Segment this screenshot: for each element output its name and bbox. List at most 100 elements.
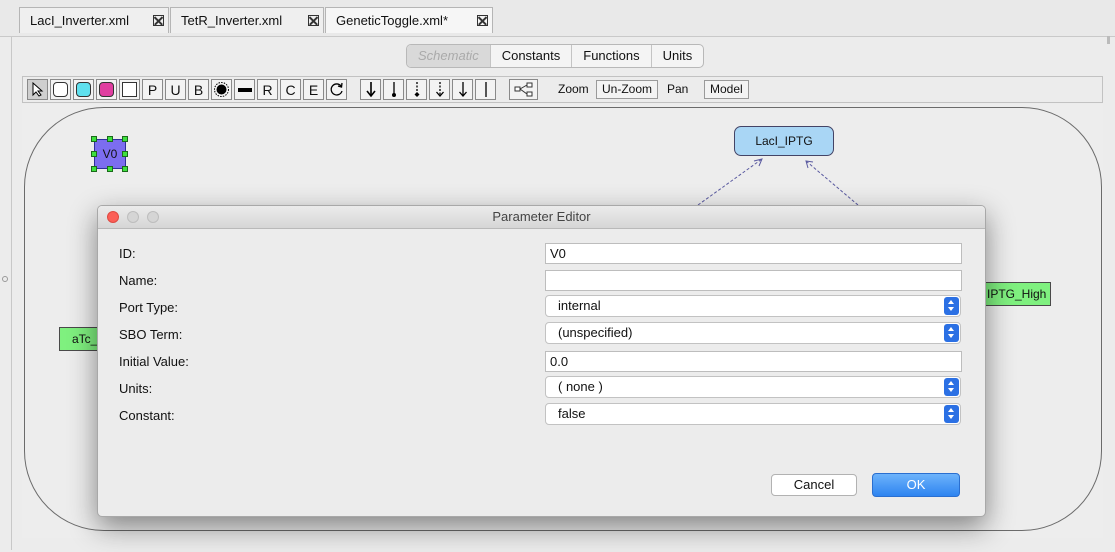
zoom-button[interactable]: Zoom [558,82,589,96]
repression-edge-button[interactable] [383,79,404,100]
model-button[interactable]: Model [704,80,749,99]
splitter-handle[interactable] [2,276,8,282]
promoter-tool-button[interactable]: P [142,79,163,100]
name-field[interactable] [545,270,962,291]
chevron-updown-icon [944,378,959,396]
starburst-icon [214,82,229,97]
port-type-value: internal [558,298,601,313]
constant-label: Constant: [119,408,175,423]
file-tab-laci[interactable]: LacI_Inverter.xml [19,7,169,33]
repression-arrow-icon [391,82,396,97]
dialog-titlebar: Parameter Editor [98,206,985,229]
tab-schematic[interactable]: Schematic [407,45,491,67]
event-tool-button[interactable]: E [303,79,324,100]
dashed-diamond-edge-button[interactable] [406,79,427,100]
species-v0-label: V0 [102,147,118,161]
id-field[interactable]: V0 [545,243,962,264]
initial-value-field[interactable]: 0.0 [545,351,962,372]
event-label: E [308,81,319,98]
close-icon[interactable] [308,15,319,26]
complex-edge-left [697,158,763,206]
complex-label: LacI_IPTG [755,134,813,148]
line-icon [484,82,487,97]
rule-tool-button[interactable] [326,79,347,100]
dash-tool-button[interactable] [234,79,255,100]
graph-layout-icon [514,82,532,97]
cancel-button[interactable]: Cancel [771,474,857,496]
loop-arrow-icon [330,82,343,96]
species-icon [53,82,68,97]
close-icon[interactable] [477,15,488,26]
constraint-label: C [285,81,296,98]
ok-button[interactable]: OK [872,473,960,497]
dashed-arrow-icon [435,82,444,97]
close-window-button[interactable] [107,211,119,223]
port-type-label: Port Type: [119,300,179,315]
activation-arrow-icon [365,82,376,98]
input-species-icon [99,82,114,97]
units-value: ( none ) [558,379,603,394]
scroll-indicator [1107,36,1110,44]
selection-handle[interactable] [91,151,97,157]
selection-handle[interactable] [91,166,97,172]
unzoom-button[interactable]: Un-Zoom [596,80,659,99]
degradation-tool-button[interactable] [211,79,232,100]
dash-icon [237,87,252,92]
tab-units[interactable]: Units [652,45,704,67]
file-tab-label: GeneticToggle.xml* [336,13,448,28]
input-iptg-label: IPTG_High [987,287,1047,301]
chevron-updown-icon [944,405,959,423]
zoom-window-button[interactable] [147,211,159,223]
schematic-toolbar: P U B R C E Zoom Un-Zoom Pan Model [22,76,1103,103]
close-icon[interactable] [153,15,164,26]
dashed-diamond-arrow-icon [414,82,419,97]
constant-value: false [558,406,586,421]
union-label: U [170,81,181,98]
constraint-tool-button[interactable]: C [280,79,301,100]
compartment-icon [122,82,137,97]
reaction-tool-button[interactable]: R [257,79,278,100]
sbo-term-select[interactable]: (unspecified) [545,322,961,344]
dashed-arrow-edge-button[interactable] [429,79,450,100]
promoter-label: P [147,81,158,98]
compartment-tool-button[interactable] [119,79,140,100]
file-tab-tetr[interactable]: TetR_Inverter.xml [170,7,324,33]
selection-handle[interactable] [122,166,128,172]
line-edge-button[interactable] [475,79,496,100]
arrow-edge-button[interactable] [452,79,473,100]
parameter-editor-dialog: Parameter Editor ID: V0 Name: Port Type:… [97,205,986,517]
minimize-window-button[interactable] [127,211,139,223]
arrow-icon [458,82,467,97]
chevron-updown-icon [944,324,959,342]
initial-value-label: Initial Value: [119,354,189,369]
name-label: Name: [119,273,158,288]
activation-edge-button[interactable] [360,79,381,100]
selection-handle[interactable] [122,151,128,157]
tab-constants[interactable]: Constants [491,45,573,67]
reaction-label: R [262,81,273,98]
select-tool-button[interactable] [27,79,48,100]
file-tab-genetictoggle[interactable]: GeneticToggle.xml* [325,7,493,33]
layout-button[interactable] [509,79,538,100]
constant-select[interactable]: false [545,403,961,425]
selection-handle[interactable] [122,136,128,142]
units-label: Units: [119,381,153,396]
pointer-icon [32,82,44,97]
port-type-select[interactable]: internal [545,295,961,317]
union-tool-button[interactable]: U [165,79,186,100]
input-iptg-high[interactable]: IPTG_High [978,282,1051,306]
dialog-title: Parameter Editor [492,209,591,224]
units-select[interactable]: ( none ) [545,376,961,398]
selection-handle[interactable] [91,136,97,142]
input-atc-label: aTc_ [72,332,98,346]
selection-handle[interactable] [107,136,113,142]
species-tool-button[interactable] [50,79,71,100]
pan-button[interactable]: Pan [667,82,688,96]
complex-tool-button[interactable] [73,79,94,100]
input-tool-button[interactable] [96,79,117,100]
boundary-label: B [193,81,204,98]
tab-functions[interactable]: Functions [572,45,652,67]
boundary-tool-button[interactable]: B [188,79,209,100]
selection-handle[interactable] [107,166,113,172]
input-atc[interactable]: aTc_ [59,327,99,351]
